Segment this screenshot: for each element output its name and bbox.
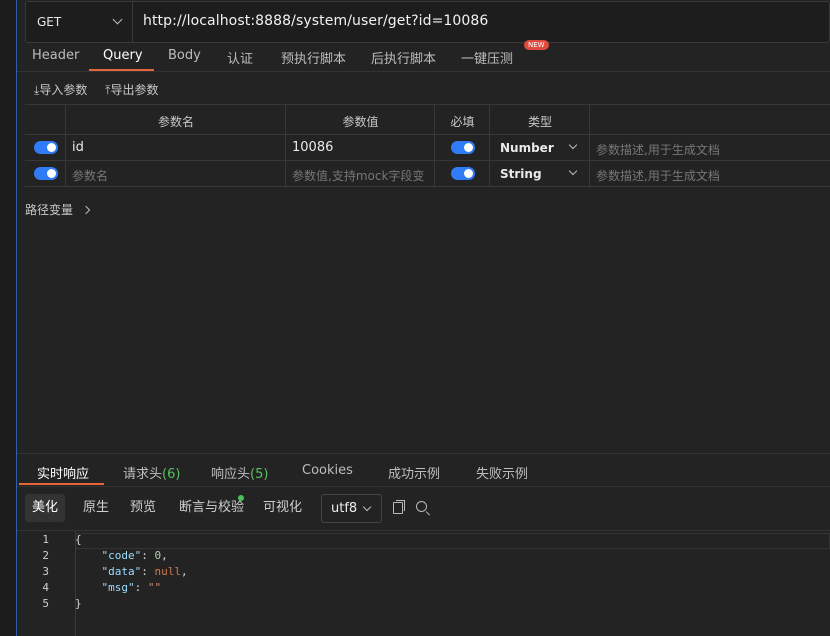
param-name-field[interactable]: 参数名 — [72, 167, 108, 184]
request-panel: GET http://localhost:8888/system/user/ge… — [17, 0, 830, 636]
code-line: "msg": "" — [101, 581, 162, 594]
col-param-value: 参数值 — [342, 115, 379, 129]
tab-success-example[interactable]: 成功示例 — [388, 463, 440, 482]
tab-header[interactable]: Header — [32, 48, 79, 63]
active-tab-indicator — [89, 69, 154, 71]
chevron-down-icon — [568, 140, 578, 150]
left-sidebar-edge — [0, 0, 17, 636]
url-bar: GET http://localhost:8888/system/user/ge… — [25, 1, 830, 43]
param-name-field[interactable]: id — [72, 140, 84, 155]
method-label: GET — [37, 15, 62, 29]
params-table: 参数名 参数值 必填 类型 id 10086 Number 参数描述,用于生成文… — [25, 104, 830, 187]
new-badge: NEW — [524, 40, 549, 50]
line-number-gutter: 1 2 3 4 5 — [17, 531, 76, 636]
tab-body[interactable]: Body — [168, 48, 201, 63]
chevron-down-icon — [568, 166, 578, 176]
tab-auth[interactable]: 认证 — [227, 48, 253, 67]
code-line: { — [75, 533, 82, 546]
export-params-button[interactable]: ⤒导出参数 — [105, 83, 158, 97]
response-tabs: 实时响应 请求头(6) 响应头(5) Cookies 成功示例 失败示例 — [17, 454, 830, 487]
code-line: "data": null, — [101, 565, 188, 578]
row-enabled-toggle[interactable] — [34, 141, 58, 154]
request-tabs: Header Query Body 认证 预执行脚本 后执行脚本 一键压测 — [17, 44, 830, 72]
chevron-down-icon — [112, 14, 123, 25]
method-select[interactable]: GET — [26, 2, 133, 42]
col-required: 必填 — [450, 115, 475, 129]
type-select[interactable]: String — [489, 161, 590, 186]
required-toggle[interactable] — [451, 141, 475, 154]
view-visualize-button[interactable]: 可视化 — [256, 494, 309, 522]
col-param-name: 参数名 — [157, 115, 194, 129]
param-value-field[interactable]: 参数值,支持mock字段变 — [292, 167, 424, 184]
tab-response-headers[interactable]: 响应头(5) — [211, 463, 268, 482]
required-toggle[interactable] — [451, 167, 475, 180]
param-desc-field[interactable]: 参数描述,用于生成文档 — [596, 167, 720, 184]
status-dot — [238, 495, 244, 501]
active-line-highlight — [75, 533, 830, 549]
encoding-select[interactable]: utf8 — [321, 494, 382, 523]
col-type: 类型 — [527, 115, 552, 129]
type-select[interactable]: Number — [489, 135, 590, 160]
view-preview-button[interactable]: 预览 — [123, 494, 163, 522]
table-header: 参数名 参数值 必填 类型 — [25, 104, 830, 135]
code-line: "code": 0, — [101, 549, 168, 562]
path-variables-toggle[interactable]: 路径变量 — [25, 201, 91, 218]
url-input[interactable]: http://localhost:8888/system/user/get?id… — [143, 13, 488, 29]
chevron-right-icon — [81, 205, 91, 215]
tab-post-script[interactable]: 后执行脚本 — [371, 48, 436, 67]
tab-request-headers[interactable]: 请求头(6) — [123, 463, 180, 482]
tab-stress-test[interactable]: 一键压测 — [461, 48, 513, 67]
param-value-field[interactable]: 10086 — [292, 140, 333, 155]
chevron-down-icon — [362, 502, 372, 512]
tab-realtime-response[interactable]: 实时响应 — [37, 463, 89, 482]
view-pretty-button[interactable]: 美化 — [25, 494, 66, 522]
tab-pre-script[interactable]: 预执行脚本 — [281, 48, 346, 67]
import-params-button[interactable]: ⤓导入参数 — [34, 83, 91, 97]
row-enabled-toggle[interactable] — [34, 167, 58, 180]
table-row: id 10086 Number 参数描述,用于生成文档 — [25, 135, 830, 161]
response-body-editor[interactable]: 1 2 3 4 5 { "code": 0, "data": null, "ms… — [17, 530, 830, 636]
search-icon[interactable] — [416, 501, 427, 512]
table-row: 参数名 参数值,支持mock字段变 String 参数描述,用于生成文档 — [25, 161, 830, 187]
code-line: } — [75, 597, 82, 610]
view-raw-button[interactable]: 原生 — [76, 494, 116, 522]
copy-icon[interactable] — [393, 500, 405, 514]
param-tools: ⤓导入参数 ⤒导出参数 — [34, 81, 172, 98]
tab-failure-example[interactable]: 失败示例 — [476, 463, 528, 482]
param-desc-field[interactable]: 参数描述,用于生成文档 — [596, 141, 720, 158]
tab-cookies[interactable]: Cookies — [302, 463, 353, 478]
tab-query[interactable]: Query — [103, 48, 143, 63]
active-tab-indicator — [19, 483, 104, 485]
